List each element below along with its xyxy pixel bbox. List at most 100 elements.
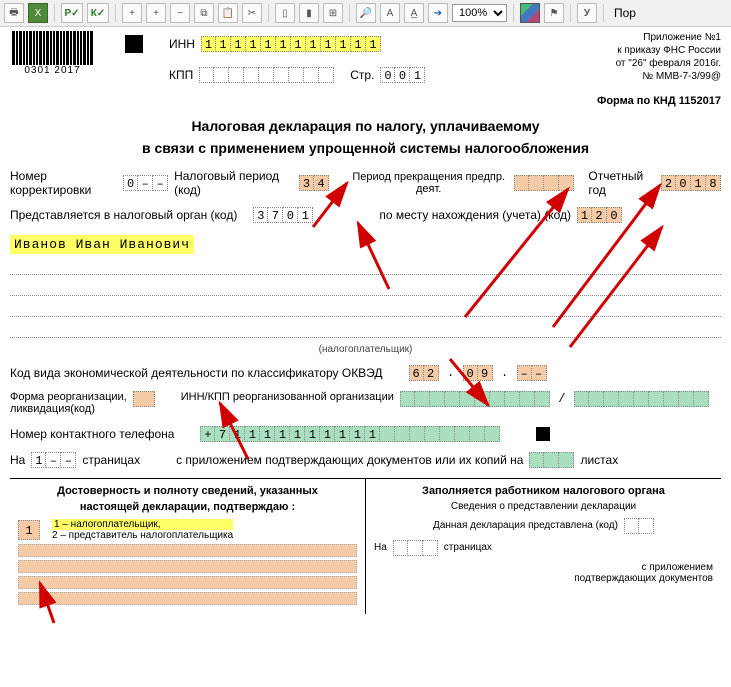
- reorg-inn-cell[interactable]: [400, 391, 415, 407]
- kpp-cell[interactable]: [214, 67, 229, 83]
- reorg-inn-cells[interactable]: [400, 391, 550, 407]
- phone-cell[interactable]: [455, 426, 470, 442]
- kpp-cell[interactable]: [289, 67, 304, 83]
- tool-u-icon[interactable]: У: [577, 3, 597, 23]
- tool-p-check[interactable]: Р✓: [61, 3, 83, 23]
- attach-cell[interactable]: [544, 452, 559, 468]
- organ-cell[interactable]: 3: [253, 207, 268, 223]
- reorg-inn-cell[interactable]: [445, 391, 460, 407]
- inn-cell[interactable]: 1: [351, 36, 366, 52]
- name-line[interactable]: [10, 260, 721, 275]
- prekr-cell[interactable]: [559, 175, 574, 191]
- inn-cell[interactable]: 1: [216, 36, 231, 52]
- okved-cell[interactable]: 2: [424, 365, 439, 381]
- phone-cell[interactable]: 1: [245, 426, 260, 442]
- okved-cell[interactable]: 0: [463, 365, 478, 381]
- attach-cell[interactable]: [559, 452, 574, 468]
- organ-cells[interactable]: 3 7 0 1: [253, 207, 313, 223]
- pages-cell[interactable]: –: [61, 452, 76, 468]
- phone-cell[interactable]: [425, 426, 440, 442]
- prekr-cell[interactable]: [529, 175, 544, 191]
- okved-p1[interactable]: 6 2: [409, 365, 439, 381]
- phone-cell[interactable]: 1: [350, 426, 365, 442]
- tool-k-check[interactable]: К✓: [87, 3, 109, 23]
- reorg-kpp-cell[interactable]: [679, 391, 694, 407]
- reorg-kpp-cell[interactable]: [604, 391, 619, 407]
- zoom-select[interactable]: 100%: [452, 4, 507, 22]
- phone-cell[interactable]: 1: [335, 426, 350, 442]
- reorg-kpp-cell[interactable]: [634, 391, 649, 407]
- pages-cells[interactable]: 1 – –: [31, 452, 76, 468]
- reorg-kpp-cell[interactable]: [694, 391, 709, 407]
- kpp-cell[interactable]: [199, 67, 214, 83]
- sign-line[interactable]: [18, 576, 357, 589]
- inn-cell[interactable]: 1: [366, 36, 381, 52]
- taxpayer-name[interactable]: Иванов Иван Иванович: [10, 235, 194, 254]
- kpp-cell[interactable]: [319, 67, 334, 83]
- tool-doc2-icon[interactable]: ▮: [299, 3, 319, 23]
- phone-cell[interactable]: 1: [365, 426, 380, 442]
- tool-paste-icon[interactable]: 📋: [218, 3, 238, 23]
- reorg-inn-cell[interactable]: [415, 391, 430, 407]
- prekr-cell[interactable]: [544, 175, 559, 191]
- tool-color-icon[interactable]: [520, 3, 540, 23]
- reorg-inn-cell[interactable]: [475, 391, 490, 407]
- tool-font2-icon[interactable]: A̲: [404, 3, 424, 23]
- phone-cell[interactable]: +: [200, 426, 215, 442]
- tool-add-icon[interactable]: +: [122, 3, 142, 23]
- conf-code-cell[interactable]: 1: [18, 520, 40, 540]
- korr-cell[interactable]: 0: [123, 175, 138, 191]
- mesto-cell[interactable]: 2: [592, 207, 607, 223]
- inn-cell[interactable]: 1: [276, 36, 291, 52]
- phone-cell[interactable]: 1: [290, 426, 305, 442]
- phone-cell[interactable]: [440, 426, 455, 442]
- okved-cell[interactable]: –: [517, 365, 532, 381]
- prekr-cells[interactable]: [514, 175, 574, 191]
- reorg-kpp-cell[interactable]: [649, 391, 664, 407]
- phone-cell[interactable]: [380, 426, 395, 442]
- organ-cell[interactable]: 0: [283, 207, 298, 223]
- okved-cell[interactable]: –: [532, 365, 547, 381]
- organ-cell[interactable]: 1: [298, 207, 313, 223]
- phone-cell[interactable]: 7: [215, 426, 230, 442]
- phone-cell[interactable]: 1: [305, 426, 320, 442]
- phone-cell[interactable]: [470, 426, 485, 442]
- year-cells[interactable]: 2 0 1 8: [661, 175, 721, 191]
- inn-cell[interactable]: 1: [336, 36, 351, 52]
- tool-print-icon[interactable]: 🖶: [4, 3, 24, 23]
- tool-arrow-icon[interactable]: ➔: [428, 3, 448, 23]
- phone-cell[interactable]: 1: [320, 426, 335, 442]
- pages-cell[interactable]: 1: [31, 452, 46, 468]
- inn-cell[interactable]: 1: [261, 36, 276, 52]
- year-cell[interactable]: 8: [706, 175, 721, 191]
- phone-cell[interactable]: 1: [260, 426, 275, 442]
- pages-cell[interactable]: –: [46, 452, 61, 468]
- year-cell[interactable]: 2: [661, 175, 676, 191]
- mesto-cell[interactable]: 1: [577, 207, 592, 223]
- organ-cell[interactable]: 7: [268, 207, 283, 223]
- kpp-cells[interactable]: [199, 67, 334, 83]
- reorg-kpp-cell[interactable]: [664, 391, 679, 407]
- year-cell[interactable]: 0: [676, 175, 691, 191]
- attach-cell[interactable]: [529, 452, 544, 468]
- phone-cells[interactable]: + 7 1 1 1 1 1 1 1 1 1 1: [200, 426, 500, 442]
- kpp-cell[interactable]: [304, 67, 319, 83]
- okved-p3[interactable]: – –: [517, 365, 547, 381]
- kpp-cell[interactable]: [244, 67, 259, 83]
- period-cells[interactable]: 3 4: [299, 175, 329, 191]
- inn-cells[interactable]: 1 1 1 1 1 1 1 1 1 1 1 1: [201, 36, 381, 52]
- inn-cell[interactable]: 1: [231, 36, 246, 52]
- inn-cell[interactable]: 1: [246, 36, 261, 52]
- reorg-inn-cell[interactable]: [430, 391, 445, 407]
- phone-cell[interactable]: [485, 426, 500, 442]
- reorg-inn-cell[interactable]: [505, 391, 520, 407]
- tool-remove-icon[interactable]: −: [170, 3, 190, 23]
- okved-cell[interactable]: 6: [409, 365, 424, 381]
- phone-cell[interactable]: [410, 426, 425, 442]
- tool-font-icon[interactable]: A: [380, 3, 400, 23]
- reorg-code-cell[interactable]: [133, 391, 155, 407]
- tool-cut-icon[interactable]: ✂: [242, 3, 262, 23]
- reorg-inn-cell[interactable]: [535, 391, 550, 407]
- phone-cell[interactable]: 1: [275, 426, 290, 442]
- okved-p2[interactable]: 0 9: [463, 365, 493, 381]
